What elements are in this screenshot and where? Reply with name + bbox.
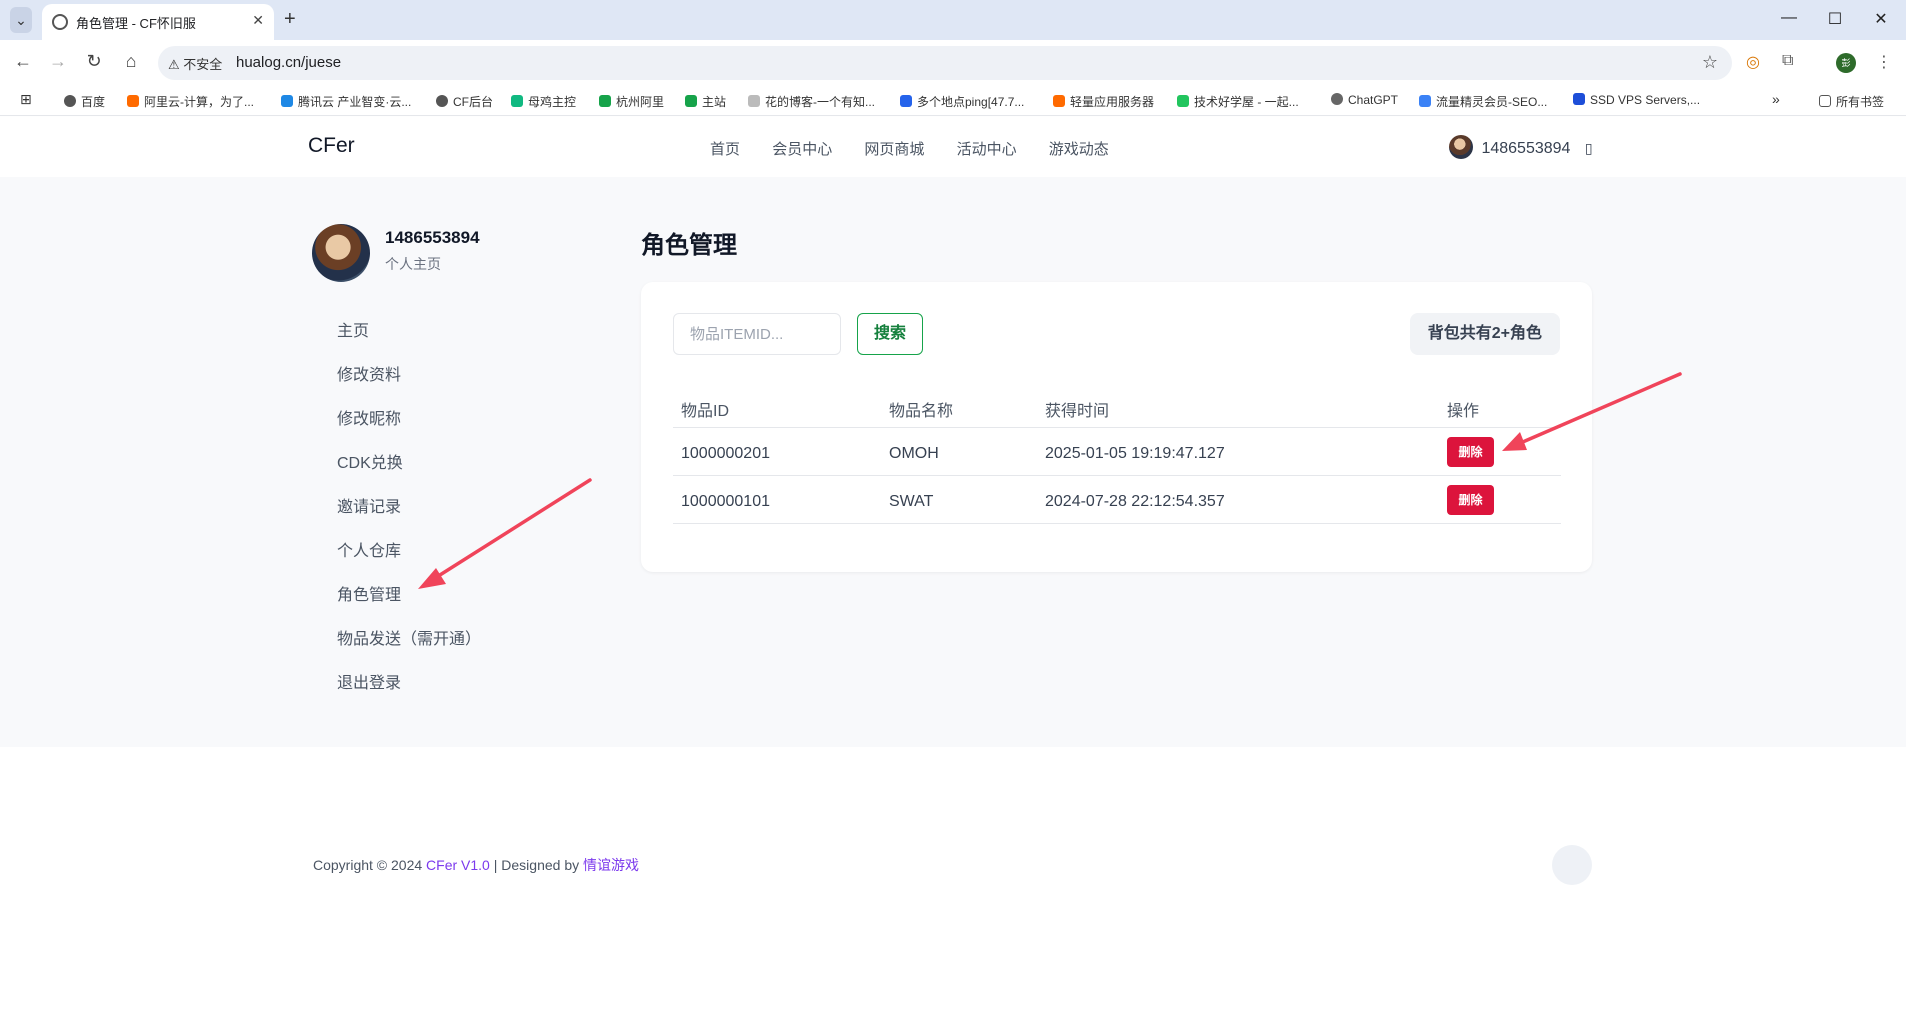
cell-item-id: 1000000101 <box>681 493 770 510</box>
bookmark-item[interactable]: 阿里云-计算，为了... <box>127 93 254 110</box>
extension-icon[interactable]: ◎ <box>1746 52 1760 72</box>
bookmark-item[interactable]: 多个地点ping[47.7... <box>900 93 1024 110</box>
bookmark-item[interactable]: CF后台 <box>436 93 493 110</box>
table-divider <box>673 523 1561 524</box>
site-header: CFer 首页 会员中心 网页商城 活动中心 游戏动态 1486553894 ▯ <box>0 117 1906 177</box>
url-text[interactable]: hualog.cn/juese <box>236 54 341 71</box>
reload-icon[interactable]: ↻ <box>82 51 106 72</box>
nav-events[interactable]: 活动中心 <box>957 141 1017 158</box>
bookmark-item[interactable]: 花的博客-一个有知... <box>748 93 875 110</box>
browser-toolbar: ← → ↻ ⌂ ⚠ 不安全 hualog.cn/juese ☆ ◎ ⧉ 彭 ⋮ <box>0 40 1906 86</box>
footer-copyright: Copyright © 2024 CFer V1.0 | Designed by… <box>313 857 639 873</box>
sidebar-item-edit-profile[interactable]: 修改资料 <box>337 361 401 385</box>
main-nav: 首页 会员中心 网页商城 活动中心 游戏动态 <box>710 138 1137 159</box>
footer-designer-link[interactable]: 情谊游戏 <box>583 857 639 873</box>
column-header-item-id: 物品ID <box>681 403 730 420</box>
header-user-menu[interactable]: 1486553894 ▯ <box>1449 135 1593 159</box>
content-area: 1486553894 个人主页 主页 修改资料 修改昵称 CDK兑换 邀请记录 … <box>0 177 1906 747</box>
tab-title: 角色管理 - CF怀旧服 <box>76 16 196 31</box>
sidebar-item-edit-nickname[interactable]: 修改昵称 <box>337 405 401 429</box>
column-header-action: 操作 <box>1447 403 1480 420</box>
nav-web-shop[interactable]: 网页商城 <box>864 141 924 158</box>
bookmark-item[interactable]: 轻量应用服务器 <box>1053 93 1154 110</box>
user-menu-icon[interactable]: ▯ <box>1585 140 1593 156</box>
roles-card: 搜索 背包共有2+角色 物品ID 物品名称 获得时间 操作 1000000201… <box>641 282 1592 572</box>
back-icon[interactable]: ← <box>11 51 35 72</box>
sidebar-item-home[interactable]: 主页 <box>337 317 369 341</box>
back-to-top-button[interactable] <box>1552 845 1592 885</box>
extensions-puzzle-icon[interactable]: ⧉ <box>1782 52 1793 70</box>
apps-grid-icon[interactable]: ⊞ <box>20 91 32 108</box>
sidebar-item-warehouse[interactable]: 个人仓库 <box>337 537 401 561</box>
bookmark-item[interactable]: 主站 <box>685 93 726 110</box>
table-divider <box>673 427 1561 428</box>
avatar <box>312 224 370 282</box>
cell-item-id: 1000000201 <box>681 445 770 462</box>
close-tab-icon[interactable]: ✕ <box>252 12 264 29</box>
page-title: 角色管理 <box>641 232 737 259</box>
browser-tab-active[interactable]: 角色管理 - CF怀旧服 ✕ <box>42 4 274 40</box>
cell-acquired-time: 2025-01-05 19:19:47.127 <box>1045 445 1225 462</box>
maximize-icon[interactable]: ☐ <box>1820 9 1850 29</box>
bookmark-item[interactable]: 腾讯云 产业智变·云... <box>281 93 411 110</box>
header-username: 1486553894 <box>1481 140 1571 157</box>
all-bookmarks-folder[interactable]: 所有书签 <box>1819 93 1884 110</box>
role-count-badge: 背包共有2+角色 <box>1409 313 1560 355</box>
profile-avatar[interactable]: 彭 <box>1836 53 1856 73</box>
forward-icon[interactable]: → <box>46 51 70 72</box>
not-secure-indicator[interactable]: ⚠ 不安全 <box>168 54 222 73</box>
bookmark-item[interactable]: ChatGPT <box>1331 93 1398 107</box>
table-divider <box>673 475 1561 476</box>
cell-acquired-time: 2024-07-28 22:12:54.357 <box>1045 493 1225 510</box>
footer-brand-link[interactable]: CFer V1.0 <box>426 857 490 873</box>
sidebar-item-invites[interactable]: 邀请记录 <box>337 493 401 517</box>
profile-username: 1486553894 <box>385 228 480 247</box>
profile-subtitle[interactable]: 个人主页 <box>385 254 441 274</box>
bookmark-item[interactable]: 杭州阿里 <box>599 93 664 110</box>
cell-item-name: OMOH <box>889 445 939 462</box>
bookmark-item[interactable]: 技术好学屋 - 一起... <box>1177 93 1299 110</box>
new-tab-icon[interactable]: + <box>284 8 296 30</box>
minimize-icon[interactable]: — <box>1774 9 1804 27</box>
home-icon[interactable]: ⌂ <box>119 51 143 72</box>
column-header-acquired-time: 获得时间 <box>1045 403 1110 420</box>
sidebar-item-send-items[interactable]: 物品发送（需开通） <box>337 625 481 649</box>
cell-item-name: SWAT <box>889 493 934 510</box>
bookmark-item[interactable]: SSD VPS Servers,... <box>1573 93 1700 107</box>
browser-menu-icon[interactable]: ⋮ <box>1876 52 1892 72</box>
sidebar-item-roles[interactable]: 角色管理 <box>337 581 401 605</box>
bookmark-star-icon[interactable]: ☆ <box>1702 52 1718 73</box>
browser-tabbar: ⌄ 角色管理 - CF怀旧服 ✕ + — ☐ ✕ <box>0 0 1906 40</box>
sidebar-item-logout[interactable]: 退出登录 <box>337 669 401 693</box>
itemid-search-input[interactable] <box>673 313 841 355</box>
bookmark-item[interactable]: 流量精灵会员-SEO... <box>1419 93 1547 110</box>
site-logo[interactable]: CFer <box>308 134 355 158</box>
nav-member-center[interactable]: 会员中心 <box>772 141 832 158</box>
bookmark-item[interactable]: 母鸡主控 <box>511 93 576 110</box>
tab-search-chevron-icon[interactable]: ⌄ <box>10 7 32 33</box>
more-bookmarks-icon[interactable]: » <box>1772 91 1780 107</box>
bookmarks-bar: ⊞ 百度 阿里云-计算，为了... 腾讯云 产业智变·云... CF后台 母鸡主… <box>0 86 1906 116</box>
window-close-icon[interactable]: ✕ <box>1866 9 1896 29</box>
column-header-item-name: 物品名称 <box>889 403 954 420</box>
delete-button[interactable]: 删除 <box>1447 485 1494 515</box>
delete-button[interactable]: 删除 <box>1447 437 1494 467</box>
search-button[interactable]: 搜索 <box>857 313 923 355</box>
sidebar-item-cdk[interactable]: CDK兑换 <box>337 449 403 473</box>
address-bar[interactable]: ⚠ 不安全 hualog.cn/juese ☆ <box>158 46 1732 80</box>
nav-home[interactable]: 首页 <box>710 141 740 158</box>
header-avatar <box>1449 135 1473 159</box>
globe-icon <box>52 14 68 30</box>
nav-game-news[interactable]: 游戏动态 <box>1049 141 1109 158</box>
bookmark-item[interactable]: 百度 <box>64 93 105 110</box>
